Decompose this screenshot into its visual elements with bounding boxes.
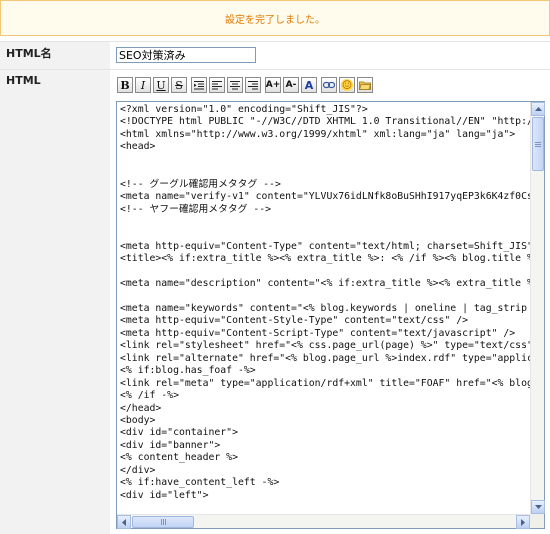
code-line: <!-- グーグル確認用メタタグ -->: [120, 178, 281, 190]
html-label: HTML: [6, 74, 41, 87]
link-icon: [323, 81, 335, 89]
font-color-button[interactable]: A: [301, 77, 317, 93]
code-line: <link rel="stylesheet" href="<% css.page…: [120, 340, 533, 352]
strikethrough-button[interactable]: S: [171, 77, 187, 93]
align-right-icon: [248, 80, 258, 90]
code-line: </head>: [120, 402, 162, 414]
horizontal-scroll-thumb[interactable]: [132, 516, 194, 528]
indent-icon: [194, 80, 204, 90]
code-line: <?xml version="1.0" encoding="Shift_JIS"…: [120, 104, 368, 115]
code-line: <!DOCTYPE html PUBLIC "-//W3C//DTD XHTML…: [120, 116, 533, 128]
code-line: <% if:have_content_left -%>: [120, 477, 280, 489]
code-line: <% /if -%>: [120, 390, 179, 402]
scroll-down-button[interactable]: [531, 500, 545, 514]
indent-button[interactable]: [191, 77, 207, 93]
font-size-decrease-button[interactable]: A-: [283, 77, 299, 93]
font-size-increase-button[interactable]: A+: [265, 77, 281, 93]
bold-icon: B: [120, 78, 130, 92]
code-line: <meta name="verify-v1" content="YLVUx76i…: [120, 191, 533, 203]
chevron-right-icon: [521, 518, 525, 526]
code-line: <% content_header %>: [120, 452, 238, 464]
emoji-icon: ☺: [341, 78, 353, 92]
underline-button[interactable]: U: [153, 77, 169, 93]
link-button[interactable]: [321, 77, 337, 93]
vertical-scrollbar[interactable]: [530, 102, 545, 514]
code-line: <body>: [120, 414, 156, 426]
align-left-icon: [212, 80, 222, 90]
html-name-label: HTML名: [6, 47, 52, 60]
chevron-left-icon: [122, 518, 126, 526]
html-code-textarea[interactable]: <?xml version="1.0" encoding="Shift_JIS"…: [120, 104, 533, 516]
chevron-down-icon: [534, 505, 542, 509]
code-line: <link rel="meta" type="application/rdf+x…: [120, 377, 533, 389]
scroll-right-button[interactable]: [516, 515, 530, 529]
folder-icon: [359, 80, 371, 90]
code-line: </div>: [120, 464, 156, 476]
bold-button[interactable]: B: [117, 77, 133, 93]
success-notice: 設定を完了しました。: [0, 0, 550, 36]
html-name-input[interactable]: [116, 47, 256, 63]
strikethrough-icon: S: [175, 78, 183, 92]
html-label-cell: HTML: [0, 70, 110, 534]
code-line: <meta http-equiv="Content-Script-Type" c…: [120, 327, 516, 339]
code-line: <html xmlns="http://www.w3.org/1999/xhtm…: [120, 128, 516, 140]
editor-toolbar: B I U S A+ A- A ☺: [117, 77, 375, 95]
font-color-icon: A: [304, 78, 314, 92]
code-line: <meta name="description" content="<% if:…: [120, 278, 533, 290]
code-line: <title><% if:extra_title %><% extra_titl…: [120, 253, 533, 265]
align-left-button[interactable]: [209, 77, 225, 93]
scroll-up-button[interactable]: [531, 102, 545, 116]
code-line: <% if:blog.has_foaf -%>: [120, 365, 256, 377]
chevron-up-icon: [534, 107, 542, 111]
code-line: <div id="container">: [120, 427, 238, 439]
grip-icon: [162, 519, 164, 525]
code-line: <div id="left">: [120, 489, 209, 501]
row-divider: [0, 41, 550, 42]
italic-icon: I: [140, 78, 146, 92]
scroll-left-button[interactable]: [117, 515, 131, 529]
align-right-button[interactable]: [245, 77, 261, 93]
font-size-increase-icon: A+: [265, 79, 281, 90]
code-line: <!-- ヤフー確認用メタタグ -->: [120, 203, 272, 215]
html-editor[interactable]: <?xml version="1.0" encoding="Shift_JIS"…: [116, 101, 545, 529]
code-line: <meta name="keywords" content="<% blog.k…: [120, 303, 527, 314]
scroll-corner: [530, 514, 544, 528]
emoji-button[interactable]: ☺: [339, 77, 355, 93]
align-center-icon: [230, 80, 240, 90]
underline-icon: U: [156, 78, 166, 92]
vertical-scroll-thumb[interactable]: [532, 117, 544, 171]
success-message: 設定を完了しました。: [225, 14, 325, 26]
horizontal-scrollbar[interactable]: [117, 514, 530, 529]
font-size-decrease-icon: A-: [285, 79, 297, 90]
italic-button[interactable]: I: [135, 77, 151, 93]
code-line: <meta http-equiv="Content-Type" content=…: [120, 240, 533, 252]
code-line: <div id="banner">: [120, 439, 221, 451]
html-name-label-cell: HTML名: [0, 41, 110, 69]
code-line: <link rel="alternate" href="<% blog.page…: [120, 352, 533, 364]
code-line: <head>: [120, 141, 156, 153]
align-center-button[interactable]: [227, 77, 243, 93]
code-line: <meta http-equiv="Content-Style-Type" co…: [120, 315, 468, 327]
folder-button[interactable]: [357, 77, 373, 93]
grip-icon: [535, 143, 541, 145]
